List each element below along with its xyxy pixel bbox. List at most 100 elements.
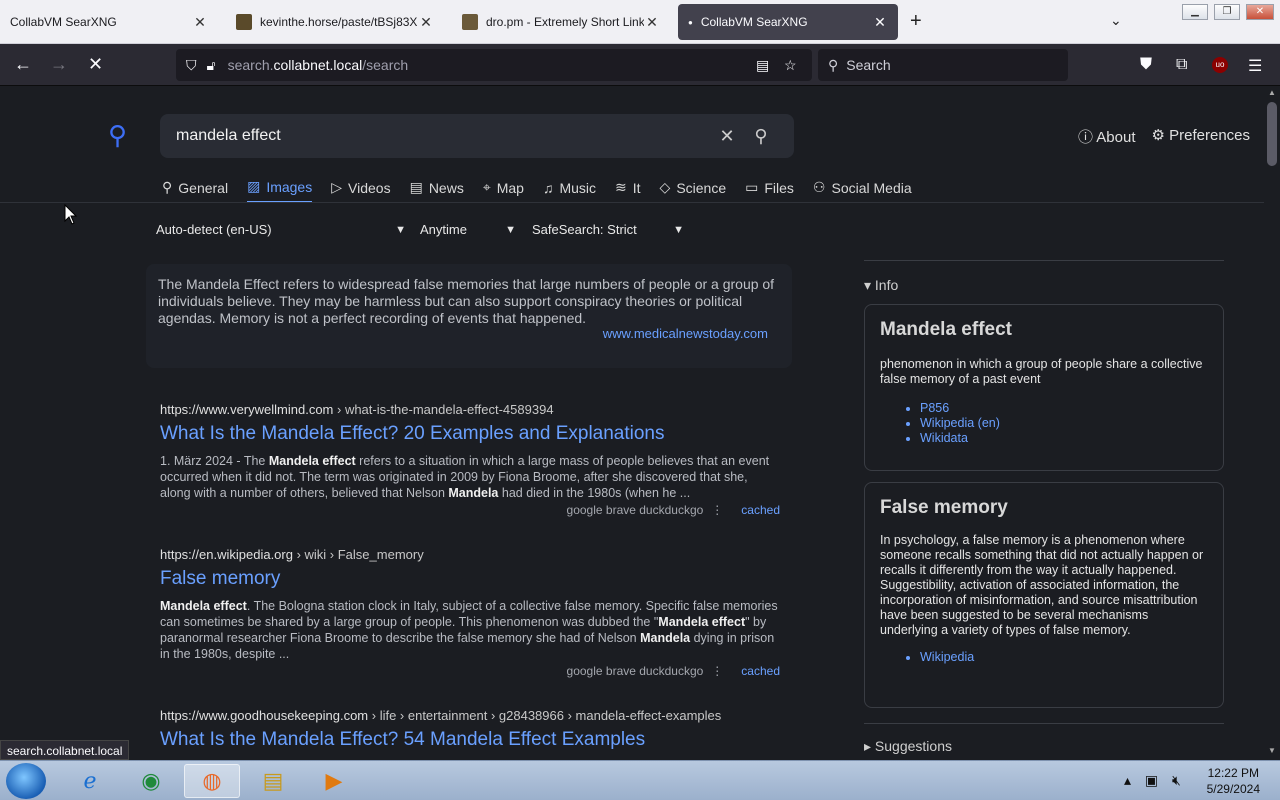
media-player-icon[interactable]: ▶ [306,764,362,798]
language-select[interactable]: Auto-detect (en-US) ▼ [156,222,406,237]
chevron-down-icon[interactable]: ⌄ [1110,12,1122,29]
pocket-icon[interactable]: ⛊ [1140,56,1152,74]
suggestions-toggle[interactable]: ▸ Suggestions [864,738,952,755]
shield-icon[interactable]: ⛉ [186,57,197,74]
stop-loading-icon[interactable]: ✕ [88,54,103,75]
search-submit-icon[interactable]: ⚲ [744,126,778,147]
layers-icon: ≋ [615,179,627,195]
tab-images[interactable]: ▨ Images [247,178,313,203]
searxng-logo-icon[interactable]: ⚲ [108,120,127,151]
windows-taskbar: ℯ ◉ ◍ ▤ ▶ ▴ ▣ 🔇︎ 12:22 PM 5/29/2024 [0,760,1280,800]
restore-icon[interactable]: ❐ [1214,4,1240,20]
answer-source-link[interactable]: www.medicalnewstoday.com [603,325,768,342]
info-toggle[interactable]: ▾ Info [864,277,1224,294]
result-url[interactable]: https://www.goodhousekeeping.com › life … [160,708,800,723]
tab-general[interactable]: ⚲ General [162,178,228,203]
tab-map[interactable]: ⌖ Map [483,178,524,203]
network-icon[interactable]: ▣ [1145,772,1158,788]
tab-4-active[interactable]: ● CollabVM SearXNG ✕ [678,4,898,40]
close-window-icon[interactable]: ✕ [1246,4,1274,20]
close-tab-icon[interactable]: ✕ [644,14,660,31]
infobox-description: In psychology, a false memory is a pheno… [880,533,1204,637]
safesearch-select[interactable]: SafeSearch: Strict ▼ [532,222,684,237]
about-link[interactable]: ⓘ About [1078,126,1136,147]
result-title[interactable]: False memory [160,568,780,590]
reader-view-icon[interactable]: ▤ [756,57,769,74]
show-hidden-icons-icon[interactable]: ▴ [1124,772,1131,788]
firefox-icon[interactable]: ◍ [184,764,240,798]
minimize-icon[interactable]: ▁ [1182,4,1208,20]
close-tab-icon[interactable]: ✕ [192,14,208,31]
new-tab-icon[interactable]: + [910,10,922,33]
forward-arrow-icon[interactable]: → [50,54,68,75]
media-center-icon[interactable]: ◉ [123,764,179,798]
infobox-link[interactable]: Wikipedia (en) [920,416,1209,431]
tab-news[interactable]: ▤ News [410,178,464,203]
tab-3[interactable]: dro.pm - Extremely Short Links ✕ [452,4,670,40]
engines-list: google brave duckduckgo [566,664,704,678]
lock-icon[interactable]: 🔓︎ [207,57,216,74]
tab-2[interactable]: kevinthe.horse/paste/tBSj83XU ✕ [226,4,444,40]
cached-link[interactable]: cached [741,664,780,678]
extensions-icon[interactable]: ⧉ [1176,56,1187,74]
snippet-highlight: Mandela [448,486,499,500]
page-scrollbar[interactable]: ▲ ▼ [1264,86,1280,760]
browser-search-bar[interactable]: ⚲ Search [818,49,1068,81]
infobox-title: Mandela effect [880,319,1012,340]
back-arrow-icon[interactable]: ← [14,54,32,75]
info-label: Info [874,277,899,293]
close-tab-icon[interactable]: ✕ [418,14,434,31]
result-url[interactable]: https://en.wikipedia.org › wiki › False_… [160,547,780,562]
system-tray: ▴ ▣ 🔇︎ [1124,772,1181,789]
snippet-highlight: Mandela effect [160,599,247,613]
bookmark-star-icon[interactable]: ☆ [784,57,797,74]
more-vertical-icon[interactable]: ⋮ [711,503,723,517]
search-icon: ⚲ [828,56,839,73]
scroll-up-icon[interactable]: ▲ [1268,88,1276,97]
infobox-link[interactable]: Wikidata [920,431,1209,446]
newspaper-icon: ▤ [409,179,423,195]
suggestions-label: Suggestions [874,738,952,754]
tab-science[interactable]: ◇ Science [660,178,727,203]
result-engines: google brave duckduckgo ⋮ cached [160,503,780,517]
volume-muted-icon[interactable]: 🔇︎ [1172,772,1181,788]
url-path: › what-is-the-mandela-effect-4589394 [333,402,554,417]
tab-social-media[interactable]: ⚇ Social Media [813,178,912,203]
clear-search-icon[interactable]: ✕ [710,126,744,147]
ublock-icon[interactable]: uo [1212,57,1228,73]
result-engines: google brave duckduckgo ⋮ cached [160,664,780,678]
cached-link[interactable]: cached [741,503,780,517]
tab-videos[interactable]: ▷ Videos [331,178,390,203]
internet-explorer-icon[interactable]: ℯ [62,764,118,798]
infobox-link[interactable]: P856 [920,401,1209,416]
menu-hamburger-icon[interactable]: ☰ [1248,56,1262,76]
tab-music[interactable]: ♫ Music [543,178,596,203]
preferences-link[interactable]: ⚙ Preferences [1152,126,1251,147]
result-title[interactable]: What Is the Mandela Effect? 54 Mandela E… [160,729,800,751]
time-range-select[interactable]: Anytime ▼ [420,222,516,237]
start-button[interactable] [6,763,46,799]
image-icon: ▨ [247,178,261,194]
horse-favicon-icon [236,14,252,30]
tab-label: News [428,179,464,196]
answer-box: The Mandela Effect refers to widespread … [146,264,792,368]
infobox-link[interactable]: Wikipedia [920,650,1209,665]
info-icon: ⓘ [1077,129,1097,146]
search-box[interactable]: mandela effect ✕ ⚲ [160,114,794,158]
more-vertical-icon[interactable]: ⋮ [711,664,723,678]
search-input[interactable]: mandela effect [176,127,710,145]
file-explorer-icon[interactable]: ▤ [245,764,301,798]
url-path: /search [362,57,409,73]
result-url[interactable]: https://www.verywellmind.com › what-is-t… [160,402,780,417]
scrollbar-thumb[interactable] [1267,102,1277,166]
clock[interactable]: 12:22 PM 5/29/2024 [1207,765,1260,797]
tab-files[interactable]: ▭ Files [745,178,794,203]
close-tab-icon[interactable]: ✕ [872,14,888,31]
result-title[interactable]: What Is the Mandela Effect? 20 Examples … [160,423,780,445]
tab-1[interactable]: CollabVM SearXNG ✕ [0,4,218,40]
tab-it[interactable]: ≋ It [615,178,641,203]
url-bar[interactable]: ⛉ 🔓︎ search. collabnet.local/search ▤ ☆ [176,49,812,81]
mouse-cursor-icon [64,204,78,225]
scroll-down-icon[interactable]: ▼ [1268,746,1276,755]
result-snippet: Mandela effect. The Bologna station cloc… [160,598,780,662]
